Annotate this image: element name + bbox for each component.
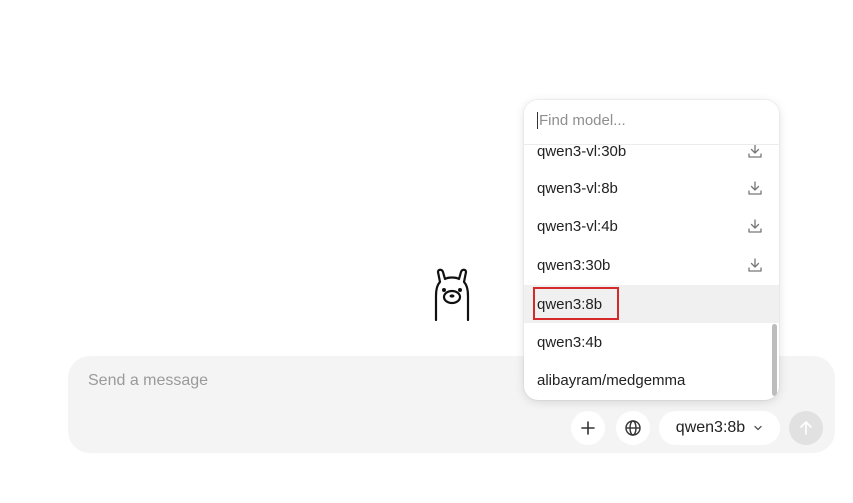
message-input[interactable] [88, 372, 518, 390]
model-item-qwen3-vl-4b[interactable]: qwen3-vl:4b [524, 207, 779, 245]
model-search-input[interactable] [537, 112, 764, 129]
model-item-label: qwen3:8b [537, 295, 603, 313]
download-icon[interactable] [747, 218, 763, 234]
arrow-up-icon [800, 421, 812, 435]
plus-icon [581, 421, 595, 435]
model-item-qwen3-vl-8b[interactable]: qwen3-vl:8b [524, 169, 779, 207]
chevron-down-icon [754, 425, 762, 431]
model-item-qwen3-vl-30b[interactable]: qwen3-vl:30b [524, 145, 779, 170]
download-icon[interactable] [747, 180, 763, 196]
selected-model-label: qwen3:8b [675, 419, 746, 436]
llama-logo-icon [434, 268, 470, 322]
model-list-scrollbar[interactable] [772, 324, 777, 396]
download-icon[interactable] [747, 145, 763, 159]
model-item-alibayram-medgemma[interactable]: alibayram/medgemma [524, 361, 779, 399]
send-button[interactable] [789, 411, 823, 445]
download-icon[interactable] [747, 257, 763, 273]
model-item-label: alibayram/medgemma [537, 371, 686, 389]
add-attachment-button[interactable] [571, 411, 605, 445]
model-list[interactable]: qwen3-vl:30b qwen3-vl:8b qwen3-vl:4b qwe… [524, 145, 779, 400]
model-item-label: qwen3-vl:30b [537, 145, 627, 160]
chat-page: qwen3:8b qwen3-vl:30b [0, 0, 853, 503]
model-item-label: qwen3:4b [537, 333, 603, 351]
web-search-button[interactable] [616, 411, 650, 445]
model-item-label: qwen3-vl:4b [537, 217, 618, 235]
model-dropdown: qwen3-vl:30b qwen3-vl:8b qwen3-vl:4b [524, 100, 779, 400]
model-item-qwen3-30b[interactable]: qwen3:30b [524, 246, 779, 284]
model-item-qwen3-8b[interactable]: qwen3:8b [524, 285, 779, 323]
model-search-row [524, 100, 779, 145]
globe-icon [625, 420, 641, 436]
model-item-label: qwen3-vl:8b [537, 179, 618, 197]
model-item-label: qwen3:30b [537, 256, 611, 274]
model-select-button[interactable]: qwen3:8b [659, 411, 780, 445]
model-item-qwen3-4b[interactable]: qwen3:4b [524, 323, 779, 361]
